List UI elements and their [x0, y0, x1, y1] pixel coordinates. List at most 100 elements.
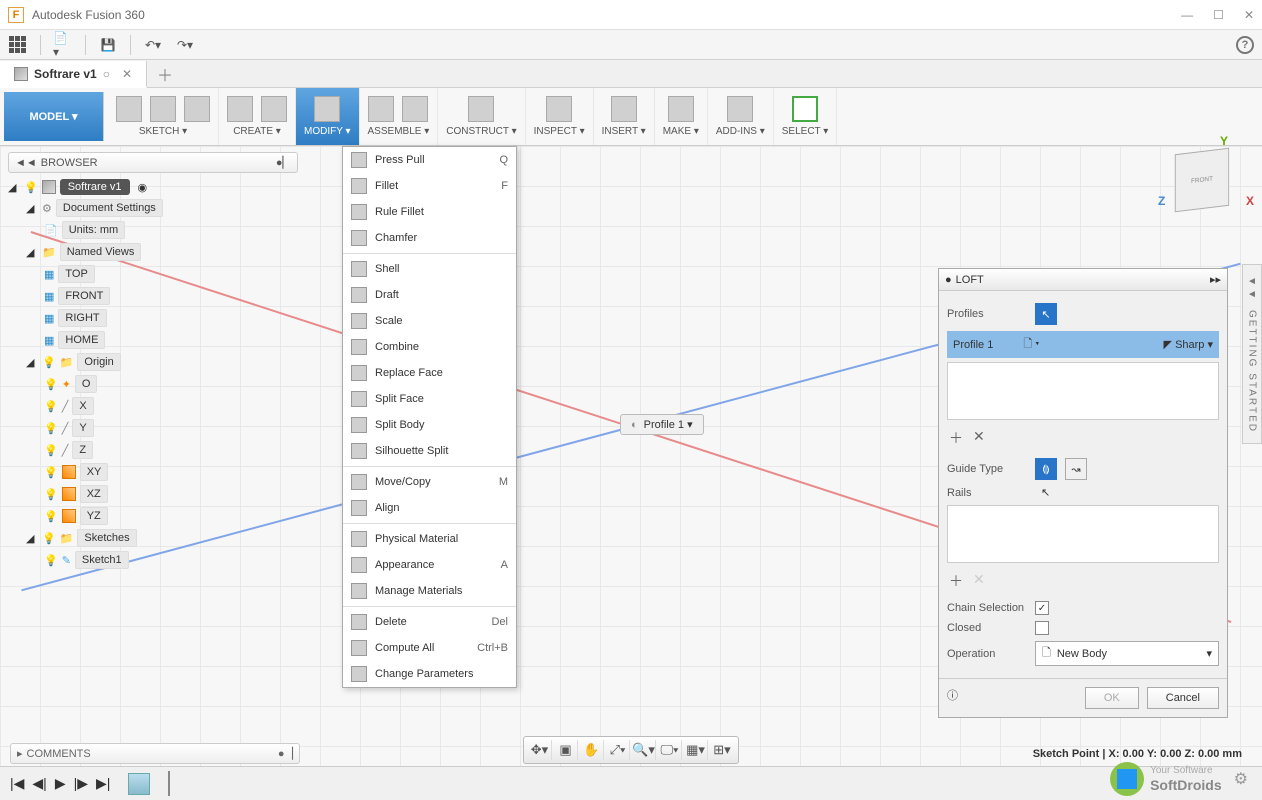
menu-item-combine[interactable]: Combine: [343, 334, 516, 360]
settings-gear-icon[interactable]: ⚙: [1234, 769, 1248, 789]
timeline-play-button[interactable]: ▶: [55, 775, 66, 792]
fit-icon[interactable]: 🔍▾: [632, 740, 656, 760]
timeline-end-button[interactable]: ▶|: [96, 775, 110, 792]
menu-item-align[interactable]: Align: [343, 495, 516, 521]
loft-profile-item[interactable]: Profile 1 🗋 ▾ ◤ Sharp ▾: [947, 331, 1219, 358]
grid-display-icon[interactable]: ▦▾: [684, 740, 708, 760]
tree-origin-z[interactable]: 💡╱Z: [8, 439, 298, 461]
undo-icon[interactable]: ↶▾: [143, 35, 163, 55]
menu-item-replace-face[interactable]: Replace Face: [343, 360, 516, 386]
tree-units[interactable]: 📄Units: mm: [8, 219, 298, 241]
ribbon-insert[interactable]: INSERT ▾: [594, 88, 655, 145]
menu-item-scale[interactable]: Scale: [343, 308, 516, 334]
pan-icon[interactable]: ✋: [580, 740, 604, 760]
menu-item-delete[interactable]: DeleteDel: [343, 609, 516, 635]
viewport-layout-icon[interactable]: ⊞▾: [710, 740, 734, 760]
timeline-start-button[interactable]: |◀: [10, 775, 24, 792]
look-at-icon[interactable]: ▣: [554, 740, 578, 760]
zoom-icon[interactable]: ⤢▾: [606, 740, 630, 760]
menu-item-draft[interactable]: Draft: [343, 282, 516, 308]
tab-close-icon[interactable]: ✕: [122, 67, 132, 81]
chain-selection-checkbox[interactable]: ✓: [1035, 601, 1049, 615]
menu-item-move-copy[interactable]: Move/CopyM: [343, 469, 516, 495]
ribbon-construct[interactable]: CONSTRUCT ▾: [438, 88, 525, 145]
grid-menu-icon[interactable]: [8, 35, 28, 55]
browser-header[interactable]: ◄◄ BROWSER ●▏: [8, 152, 298, 173]
menu-item-change-parameters[interactable]: Change Parameters: [343, 661, 516, 687]
tree-origin-o[interactable]: 💡✦O: [8, 373, 298, 395]
tree-named-views[interactable]: ◢📁 Named Views: [8, 241, 298, 263]
document-tab[interactable]: Softrare v1 ○ ✕: [0, 61, 147, 88]
redo-icon[interactable]: ↷▾: [175, 35, 195, 55]
tree-sketch1[interactable]: 💡✎Sketch1: [8, 549, 298, 571]
menu-item-fillet[interactable]: FilletF: [343, 173, 516, 199]
tree-origin-xy[interactable]: 💡XY: [8, 461, 298, 483]
loft-header[interactable]: ●LOFT ▸▸: [939, 269, 1227, 291]
maximize-button[interactable]: ☐: [1213, 8, 1224, 22]
closed-checkbox[interactable]: [1035, 621, 1049, 635]
menu-item-split-face[interactable]: Split Face: [343, 386, 516, 412]
guide-type-rails-button[interactable]: ⟬⟭: [1035, 458, 1057, 480]
remove-rail-button[interactable]: ✕: [973, 571, 985, 591]
remove-profile-button[interactable]: ✕: [973, 428, 985, 448]
menu-item-shell[interactable]: Shell: [343, 256, 516, 282]
menu-item-appearance[interactable]: AppearanceA: [343, 552, 516, 578]
menu-item-press-pull[interactable]: Press PullQ: [343, 147, 516, 173]
guide-type-centerline-button[interactable]: ↝: [1065, 458, 1087, 480]
tree-view-front[interactable]: ▦FRONT: [8, 285, 298, 307]
menu-item-silhouette-split[interactable]: Silhouette Split: [343, 438, 516, 464]
tree-origin-yz[interactable]: 💡YZ: [8, 505, 298, 527]
info-icon[interactable]: ⓘ: [947, 687, 958, 709]
add-profile-button[interactable]: ＋: [949, 428, 963, 448]
menu-item-chamfer[interactable]: Chamfer: [343, 225, 516, 251]
help-icon[interactable]: ?: [1236, 36, 1254, 54]
ribbon-create[interactable]: CREATE ▾: [219, 88, 296, 145]
profile-tag-close-icon[interactable]: ◐: [631, 419, 638, 431]
tree-origin-xz[interactable]: 💡XZ: [8, 483, 298, 505]
ok-button[interactable]: OK: [1085, 687, 1139, 709]
axis-y-label: Y: [1220, 134, 1228, 148]
tree-view-home[interactable]: ▦HOME: [8, 329, 298, 351]
menu-item-physical-material[interactable]: Physical Material: [343, 526, 516, 552]
tree-root[interactable]: ◢💡 Softrare v1 ◉: [8, 177, 298, 197]
ribbon-addins[interactable]: ADD-INS ▾: [708, 88, 774, 145]
menu-item-split-body[interactable]: Split Body: [343, 412, 516, 438]
display-icon[interactable]: 🖵▾: [658, 740, 682, 760]
timeline-step-fwd-button[interactable]: |▶: [74, 775, 88, 792]
menu-item-icon: [351, 614, 367, 630]
getting-started-tab[interactable]: ◄◄ GETTING STARTED: [1242, 264, 1262, 444]
ribbon-select[interactable]: SELECT ▾: [774, 88, 838, 145]
profile-tag[interactable]: ◐ Profile 1 ▾: [620, 414, 704, 435]
tree-sketches[interactable]: ◢💡📁 Sketches: [8, 527, 298, 549]
comments-bar[interactable]: ▸COMMENTS ●▕: [10, 743, 300, 764]
tree-view-top[interactable]: ▦TOP: [8, 263, 298, 285]
file-icon[interactable]: 📄▾: [53, 35, 73, 55]
view-cube[interactable]: Y X Z FRONT: [1172, 150, 1242, 220]
save-icon[interactable]: 💾: [98, 35, 118, 55]
tree-origin-x[interactable]: 💡╱X: [8, 395, 298, 417]
navigation-toolbar: ✥▾ ▣ ✋ ⤢▾ 🔍▾ 🖵▾ ▦▾ ⊞▾: [523, 736, 739, 764]
ribbon-assemble[interactable]: ASSEMBLE ▾: [360, 88, 439, 145]
menu-item-compute-all[interactable]: Compute AllCtrl+B: [343, 635, 516, 661]
close-button[interactable]: ✕: [1244, 8, 1254, 22]
menu-item-manage-materials[interactable]: Manage Materials: [343, 578, 516, 604]
timeline-step-back-button[interactable]: ◀|: [32, 775, 46, 792]
add-rail-button[interactable]: ＋: [949, 571, 963, 591]
ribbon-sketch[interactable]: SKETCH ▾: [108, 88, 219, 145]
ribbon-make[interactable]: MAKE ▾: [655, 88, 708, 145]
tree-view-right[interactable]: ▦RIGHT: [8, 307, 298, 329]
orbit-icon[interactable]: ✥▾: [528, 740, 552, 760]
operation-select[interactable]: 🗋New Body▾: [1035, 641, 1219, 666]
ribbon-inspect[interactable]: INSPECT ▾: [526, 88, 594, 145]
minimize-button[interactable]: —: [1181, 8, 1193, 22]
select-profiles-button[interactable]: ↖: [1035, 303, 1057, 325]
menu-item-rule-fillet[interactable]: Rule Fillet: [343, 199, 516, 225]
ribbon-modify[interactable]: MODIFY ▾: [296, 88, 360, 145]
tree-doc-settings[interactable]: ◢⚙ Document Settings: [8, 197, 298, 219]
cancel-button[interactable]: Cancel: [1147, 687, 1219, 709]
timeline-feature[interactable]: [128, 773, 150, 795]
workspace-switcher[interactable]: MODEL ▾: [4, 92, 104, 141]
tree-origin-y[interactable]: 💡╱Y: [8, 417, 298, 439]
tree-origin[interactable]: ◢💡📁 Origin: [8, 351, 298, 373]
new-tab-button[interactable]: ＋: [147, 62, 183, 86]
